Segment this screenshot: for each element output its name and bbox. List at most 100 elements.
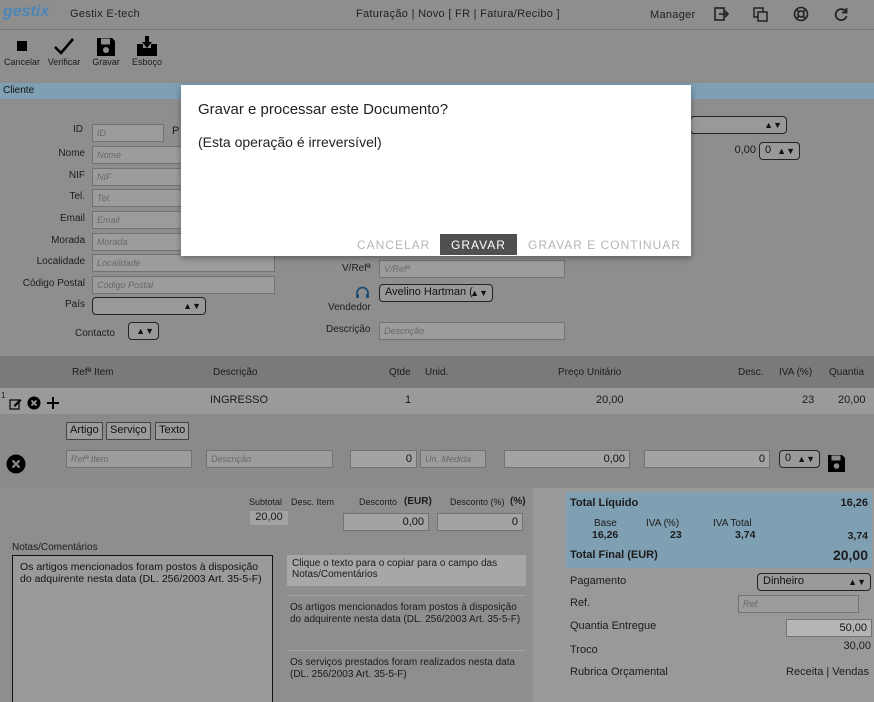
subtotal-value: 20,00 xyxy=(250,511,288,525)
base-label: Base xyxy=(594,518,617,529)
email-label: Email xyxy=(59,213,85,224)
notes-hint: Clique o texto para o copiar para o camp… xyxy=(287,555,526,586)
payment-method-select[interactable]: Dinheiro ▲▼ xyxy=(757,573,871,591)
add-row-icon[interactable] xyxy=(46,396,60,410)
text-button[interactable]: Texto xyxy=(155,422,190,440)
vat-total-label: IVA Total xyxy=(713,518,752,529)
verify-button[interactable]: Verificar xyxy=(45,37,83,67)
city-label: Localidade xyxy=(36,256,85,267)
row-number: 1 xyxy=(1,391,6,400)
contact-select[interactable]: ▲▼ xyxy=(128,322,159,340)
notes-option[interactable]: Os serviços prestados foram realizados n… xyxy=(290,657,525,681)
discount-pct-label: Desconto (%) xyxy=(450,497,505,507)
notes-option-divider xyxy=(287,650,526,651)
row-description: INGRESSO xyxy=(210,394,269,406)
global-discount-value[interactable]: 0,00 xyxy=(712,144,756,156)
address-label: Morada xyxy=(51,235,85,246)
nif-label: NIF xyxy=(68,170,85,181)
row-vat: 23 xyxy=(802,394,815,406)
clear-new-item-icon[interactable] xyxy=(6,454,26,474)
select-arrows-icon: ▲▼ xyxy=(470,288,488,298)
notes-textarea[interactable]: Os artigos mencionados foram postos à di… xyxy=(12,555,273,702)
new-item-ref-input[interactable]: Refª Item xyxy=(66,450,192,468)
new-item-desc-input[interactable]: Descrição xyxy=(206,450,333,468)
select-arrows-icon: ▲▼ xyxy=(183,301,201,311)
payment-ref-label: Ref. xyxy=(570,597,591,609)
vat-pct-value: 23 xyxy=(670,529,682,541)
series-select[interactable]: ▲▼ xyxy=(690,116,787,134)
description-input[interactable]: Descrição xyxy=(379,322,565,340)
user-name[interactable]: Manager xyxy=(650,9,696,21)
edit-icon[interactable] xyxy=(9,397,22,410)
budget-value: Receita | Vendas xyxy=(786,666,869,678)
col-discount: Desc. xyxy=(738,367,764,378)
save-item-icon[interactable] xyxy=(827,454,846,473)
select-arrows-icon: ▲▼ xyxy=(797,454,815,464)
toolbar: Cancelar Verificar Gravar Esboço xyxy=(0,31,874,81)
headset-icon xyxy=(355,285,370,300)
city-input[interactable]: Localidade xyxy=(92,254,275,272)
save-button[interactable]: Gravar xyxy=(88,37,124,67)
copy-icon[interactable] xyxy=(753,7,768,22)
vat-pct-label: IVA (%) xyxy=(646,518,680,529)
logout-icon[interactable] xyxy=(714,7,729,21)
final-total-value: 20,00 xyxy=(832,547,868,563)
discount-pct-input[interactable]: 0 xyxy=(437,513,523,531)
description-label: Descrição xyxy=(326,324,371,335)
change-label: Troco xyxy=(570,644,598,656)
country-label: País xyxy=(64,299,85,310)
seller-label: Vendedor xyxy=(328,302,371,313)
discount-label: Desconto xyxy=(359,497,398,507)
vat-total-value: 3,74 xyxy=(735,529,756,541)
app-logo[interactable]: gestix xyxy=(3,3,49,21)
amount-given-input[interactable]: 50,00 xyxy=(786,619,872,637)
dialog-save-continue-button[interactable]: GRAVAR E CONTINUAR xyxy=(524,234,685,254)
final-total-label: Total Final (EUR) xyxy=(570,549,658,561)
new-item-vat-select[interactable]: 0 ▲▼ xyxy=(779,450,820,468)
id-input[interactable]: ID xyxy=(92,124,164,142)
country-select[interactable]: ▲▼ xyxy=(92,297,206,315)
service-button[interactable]: Serviço xyxy=(106,422,151,440)
draft-button[interactable]: Esboço xyxy=(128,35,166,67)
new-item-discount-input[interactable]: 0 xyxy=(644,450,770,468)
id-trailing-label: P xyxy=(172,125,180,137)
article-button[interactable]: Artigo xyxy=(66,422,103,440)
company-name: Gestix E-tech xyxy=(70,8,140,20)
net-total-label: Total Líquido xyxy=(570,497,639,509)
discount-pct-unit: (%) xyxy=(510,496,526,507)
col-vat: IVA (%) xyxy=(779,367,813,378)
tel-label: Tel. xyxy=(69,191,85,202)
subtotal-label: Subtotal xyxy=(249,497,283,507)
new-item-qty-input[interactable]: 0 xyxy=(350,450,417,468)
refresh-icon[interactable] xyxy=(833,6,849,22)
dialog-title: Gravar e processar este Documento? xyxy=(198,101,449,118)
payment-ref-input[interactable]: Ref. xyxy=(738,595,859,613)
seller-select[interactable]: Avelino Hartman (▲▼ xyxy=(379,284,493,302)
col-price: Preço Unitário xyxy=(558,367,622,378)
download-tray-icon xyxy=(136,35,158,57)
dialog-save-button[interactable]: GRAVAR xyxy=(440,234,517,255)
zip-input[interactable]: Código Postal xyxy=(92,276,275,294)
dialog-cancel-button[interactable]: CANCELAR xyxy=(353,234,434,254)
notes-option[interactable]: Os artigos mencionados foram postos à di… xyxy=(290,602,525,626)
cancel-button[interactable]: Cancelar xyxy=(2,37,42,67)
contact-label: Contacto xyxy=(74,328,115,339)
select-arrows-icon: ▲▼ xyxy=(777,146,795,156)
vref-label: V/Refª xyxy=(342,263,371,274)
new-item-price-input[interactable]: 0,00 xyxy=(504,450,630,468)
vref-input[interactable]: V/Refª xyxy=(379,260,565,278)
delete-row-icon[interactable] xyxy=(27,396,41,410)
discount-input[interactable]: 0,00 xyxy=(343,513,429,531)
col-description: Descrição xyxy=(213,367,258,378)
amount-given-label: Quantia Entregue xyxy=(570,620,657,632)
item-discount-label: Desc. Item xyxy=(291,497,335,507)
help-icon[interactable] xyxy=(793,6,809,22)
payment-label: Pagamento xyxy=(570,575,627,587)
top-bar: gestix Gestix E-tech Faturação | Novo [ … xyxy=(0,0,874,30)
col-qty: Qtde xyxy=(389,367,411,378)
table-row: 1 INGRESSO 1 20,00 23 20,00 xyxy=(0,388,874,414)
new-item-unit-input[interactable]: Un. Medida xyxy=(420,450,486,468)
global-discount-select[interactable]: 0 ▲▼ xyxy=(759,142,800,160)
floppy-icon xyxy=(96,37,116,57)
row-qty: 1 xyxy=(405,394,412,406)
